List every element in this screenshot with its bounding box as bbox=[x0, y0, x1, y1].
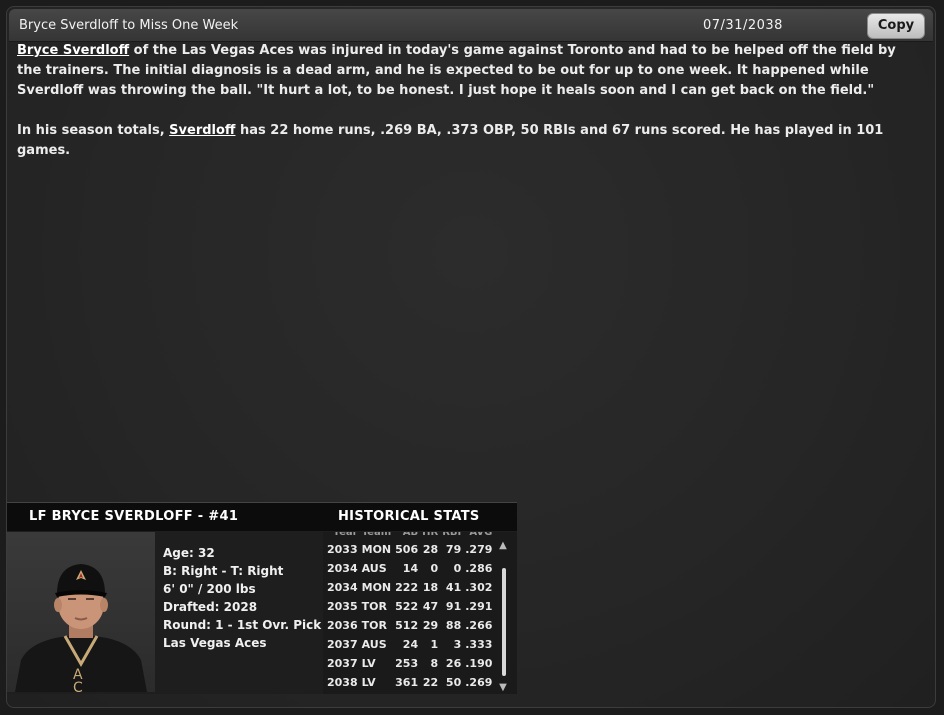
col-rbi: RBI bbox=[442, 532, 462, 538]
stat-avg: .333 bbox=[465, 638, 493, 651]
article-body: Bryce Sverdloff of the Las Vegas Aces wa… bbox=[17, 41, 912, 181]
col-ab: AB bbox=[402, 532, 419, 538]
stat-rbi: 79 bbox=[445, 543, 462, 556]
stat-ab: 253 bbox=[395, 657, 419, 670]
stats-header-row: Year Team AB HR RBI AVG bbox=[325, 532, 494, 540]
headline-title: Bryce Sverdloff to Miss One Week bbox=[19, 18, 239, 33]
stat-year: 2036 bbox=[327, 619, 358, 632]
copy-button[interactable]: Copy bbox=[867, 13, 925, 39]
bio-age: Age: 32 bbox=[163, 546, 215, 560]
col-team: Team bbox=[361, 532, 392, 538]
paragraph-2-lead: In his season totals, bbox=[17, 123, 170, 138]
col-year: Year bbox=[332, 532, 358, 538]
bio-round: Round: 1 - 1st Ovr. Pick bbox=[163, 618, 322, 632]
stat-hr: 0 bbox=[430, 562, 439, 575]
stat-hr: 29 bbox=[422, 619, 439, 632]
stat-team: MON bbox=[361, 543, 392, 556]
stat-hr: 18 bbox=[422, 581, 439, 594]
stats-scrollbar[interactable] bbox=[502, 568, 506, 676]
stat-rbi: 41 bbox=[445, 581, 462, 594]
player-portrait-icon: A C bbox=[15, 564, 147, 696]
stat-team: LV bbox=[361, 676, 376, 689]
stat-avg: .190 bbox=[465, 657, 493, 670]
stat-year: 2033 bbox=[327, 543, 358, 556]
stat-rbi: 91 bbox=[445, 600, 462, 613]
stat-ab: 14 bbox=[402, 562, 419, 575]
stat-hr: 47 bbox=[422, 600, 439, 613]
stat-rbi: 26 bbox=[445, 657, 462, 670]
stats-row: 2036 TOR 512 29 88.266 bbox=[325, 616, 494, 635]
stat-ab: 522 bbox=[395, 600, 419, 613]
stat-team: LV bbox=[361, 657, 376, 670]
chevron-up-icon[interactable]: ▲ bbox=[496, 540, 510, 552]
stat-avg: .279 bbox=[465, 543, 493, 556]
stat-team: MON bbox=[361, 581, 392, 594]
stats-row: 2034 MON 222 18 41.302 bbox=[325, 578, 494, 597]
stat-year: 2034 bbox=[327, 581, 358, 594]
stats-row: 2037 AUS 24 1 3.333 bbox=[325, 635, 494, 654]
stat-ab: 512 bbox=[395, 619, 419, 632]
stat-year: 2038 bbox=[327, 676, 358, 689]
player-bio: Age: 32 B: Right - T: Right 6' 0" / 200 … bbox=[163, 544, 321, 652]
stats-table: Year Team AB HR RBI AVG 2033 MON 506 28 79.2… bbox=[325, 532, 494, 692]
col-avg: AVG bbox=[469, 532, 493, 538]
stat-rbi: 88 bbox=[445, 619, 462, 632]
chevron-down-icon[interactable]: ▼ bbox=[496, 682, 510, 694]
stats-row: 2034 AUS 14 0 0.286 bbox=[325, 559, 494, 578]
stat-ab: 506 bbox=[395, 543, 419, 556]
stat-hr: 22 bbox=[422, 676, 439, 689]
player-link[interactable]: Bryce Sverdloff bbox=[17, 43, 129, 58]
stat-team: TOR bbox=[361, 600, 387, 613]
stat-year: 2035 bbox=[327, 600, 358, 613]
player-card-header: LF BRYCE SVERDLOFF - #41 HISTORICAL STAT… bbox=[7, 502, 517, 531]
player-name-header[interactable]: LF BRYCE SVERDLOFF - #41 bbox=[29, 509, 238, 524]
stat-year: 2037 bbox=[327, 638, 358, 651]
col-hr: HR bbox=[422, 532, 439, 538]
stat-team: AUS bbox=[361, 638, 387, 651]
stat-ab: 361 bbox=[395, 676, 419, 689]
stat-avg: .302 bbox=[465, 581, 493, 594]
stat-avg: .291 bbox=[465, 600, 493, 613]
historical-stats-header: HISTORICAL STATS bbox=[338, 509, 480, 524]
player-photo: A C bbox=[7, 532, 155, 696]
stat-ab: 222 bbox=[395, 581, 419, 594]
stats-row: 2033 MON 506 28 79.279 bbox=[325, 540, 494, 559]
stat-avg: .269 bbox=[465, 676, 493, 689]
stat-hr: 28 bbox=[422, 543, 439, 556]
article-paragraph-2: In his season totals, Sverdloff has 22 h… bbox=[17, 121, 912, 161]
stat-team: AUS bbox=[361, 562, 387, 575]
svg-text:C: C bbox=[73, 680, 83, 692]
article-date: 07/31/2038 bbox=[703, 18, 783, 33]
stat-avg: .286 bbox=[465, 562, 493, 575]
player-card: LF BRYCE SVERDLOFF - #41 HISTORICAL STAT… bbox=[7, 502, 517, 696]
bio-team: Las Vegas Aces bbox=[163, 636, 267, 650]
stat-year: 2037 bbox=[327, 657, 358, 670]
bio-drafted: Drafted: 2028 bbox=[163, 600, 258, 614]
stats-row: 2038 LV 361 22 50.269 bbox=[325, 673, 494, 692]
player-link-short[interactable]: Sverdloff bbox=[169, 123, 235, 138]
stat-hr: 8 bbox=[430, 657, 439, 670]
article-paragraph-1: Bryce Sverdloff of the Las Vegas Aces wa… bbox=[17, 41, 912, 101]
stat-rbi: 0 bbox=[453, 562, 462, 575]
bio-bats-throws: B: Right - T: Right bbox=[163, 564, 284, 578]
stats-row: 2035 TOR 522 47 91.291 bbox=[325, 597, 494, 616]
stat-rbi: 3 bbox=[453, 638, 462, 651]
stat-hr: 1 bbox=[430, 638, 439, 651]
bio-height-weight: 6' 0" / 200 lbs bbox=[163, 582, 256, 596]
title-bar: Bryce Sverdloff to Miss One Week 07/31/2… bbox=[9, 9, 933, 42]
stat-year: 2034 bbox=[327, 562, 358, 575]
stats-row: 2037 LV 253 8 26.190 bbox=[325, 654, 494, 673]
paragraph-1-text: of the Las Vegas Aces was injured in tod… bbox=[17, 43, 896, 98]
stat-team: TOR bbox=[361, 619, 387, 632]
stat-avg: .266 bbox=[465, 619, 493, 632]
historical-stats-table[interactable]: Year Team AB HR RBI AVG 2033 MON 506 28 79.2… bbox=[323, 532, 517, 694]
stat-rbi: 50 bbox=[445, 676, 462, 689]
stat-ab: 24 bbox=[402, 638, 419, 651]
